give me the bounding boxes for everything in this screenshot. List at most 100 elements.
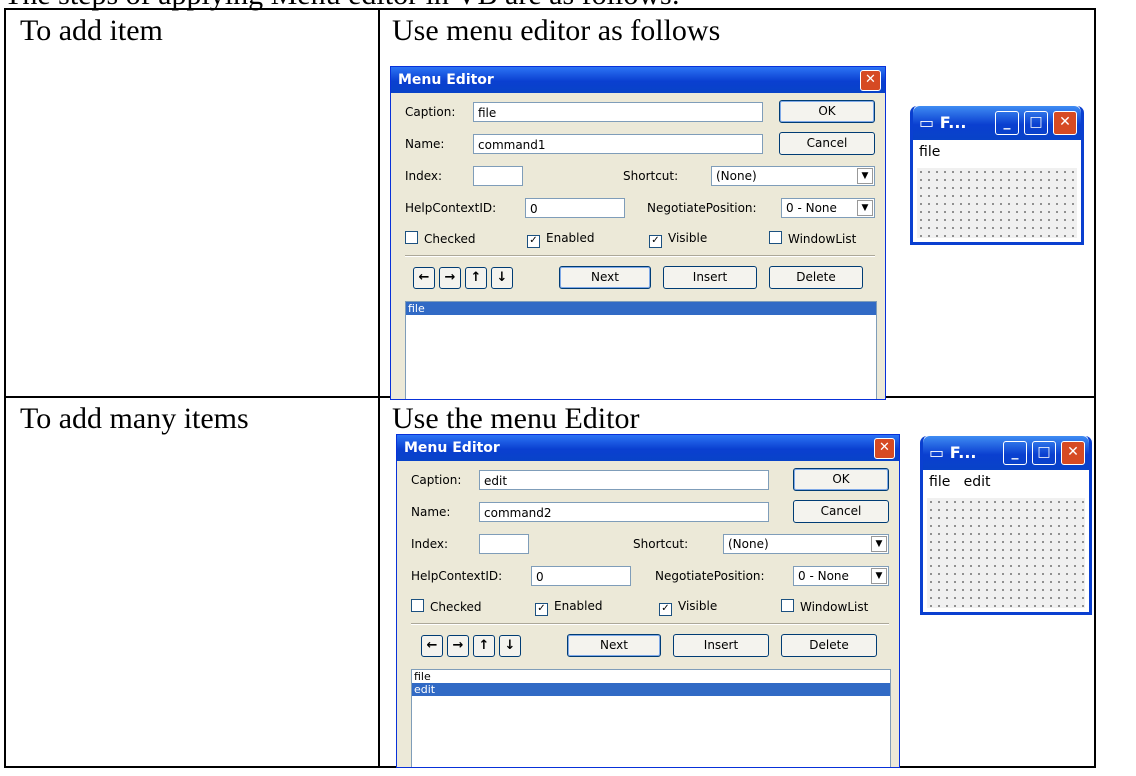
menu-items-list[interactable]: file edit [411,669,891,767]
menu-editor-dialog: Menu Editor ✕ Caption: edit OK Name: com… [396,434,900,768]
negotiateposition-select[interactable]: 0 - None ▼ [793,566,889,586]
row-label: To add many items [20,402,249,435]
delete-button[interactable]: Delete [769,266,863,289]
checked-checkbox[interactable]: Checked [405,231,476,246]
minimize-icon[interactable]: _ [1003,441,1027,465]
form-title: F... [939,113,967,132]
insert-button[interactable]: Insert [673,634,769,657]
checkbox-box [411,599,424,612]
helpcontextid-label: HelpContextID: [411,569,503,583]
windowlist-label: WindowList [800,600,869,614]
enabled-label: Enabled [554,599,603,613]
row-heading: Use menu editor as follows [392,14,721,47]
form-window: ▭ F... _ □ ✕ file edit [920,436,1092,615]
index-input[interactable] [479,534,529,554]
ok-label: OK [818,104,836,118]
form-design-grid [927,498,1085,608]
minimize-icon[interactable]: _ [995,111,1019,135]
cancel-label: Cancel [820,504,862,518]
checked-label: Checked [430,600,482,614]
row-label-cell: To add item [4,8,380,398]
windowlist-checkbox[interactable]: WindowList [769,231,856,246]
form-titlebar: ▭ F... _ □ ✕ [923,436,1089,470]
visible-checkbox[interactable]: ✓ Visible [649,231,707,248]
insert-button[interactable]: Insert [663,266,757,289]
delete-button[interactable]: Delete [781,634,877,657]
index-label: Index: [411,537,449,551]
shortcut-value: (None) [728,537,769,551]
delete-label: Delete [809,638,849,652]
close-icon[interactable]: ✕ [860,70,881,91]
form-menubar[interactable]: file edit [923,470,1089,496]
negotiateposition-value: 0 - None [798,569,849,583]
caption-input[interactable]: file [473,102,763,122]
checkbox-box [769,231,782,244]
helpcontextid-input[interactable]: 0 [525,198,625,218]
cancel-button[interactable]: Cancel [793,500,889,523]
checked-checkbox[interactable]: Checked [411,599,482,614]
form-menubar[interactable]: file [913,140,1081,166]
caption-label: Caption: [405,105,456,119]
next-label: Next [600,638,628,652]
index-input[interactable] [473,166,523,186]
helpcontextid-input[interactable]: 0 [531,566,631,586]
negotiateposition-label: NegotiatePosition: [655,569,765,583]
maximize-icon[interactable]: □ [1032,441,1056,465]
separator [411,623,889,625]
close-icon[interactable]: ✕ [1053,111,1077,135]
delete-label: Delete [796,270,836,284]
visible-label: Visible [668,231,708,245]
shortcut-select[interactable]: (None) ▼ [723,534,889,554]
checkbox-box [781,599,794,612]
cancel-button[interactable]: Cancel [779,132,875,155]
arrow-up-icon[interactable]: ↑ [465,267,487,289]
row-content-cell: Use menu editor as follows Menu Editor ✕… [378,8,1096,400]
checked-label: Checked [424,232,476,246]
name-label: Name: [411,505,451,519]
arrow-right-icon[interactable]: → [439,267,461,289]
name-input[interactable]: command1 [473,134,763,154]
enabled-checkbox[interactable]: ✓ Enabled [527,231,595,248]
caption-input[interactable]: edit [479,470,769,490]
form-titlebar: ▭ F... _ □ ✕ [913,106,1081,140]
arrow-right-icon[interactable]: → [447,635,469,657]
chevron-down-icon[interactable]: ▼ [857,200,873,216]
list-item[interactable]: file [406,302,876,315]
windowlist-checkbox[interactable]: WindowList [781,599,868,614]
ok-button[interactable]: OK [793,468,889,491]
arrow-left-icon[interactable]: ← [421,635,443,657]
visible-label: Visible [678,599,718,613]
shortcut-select[interactable]: (None) ▼ [711,166,875,186]
ok-button[interactable]: OK [779,100,875,123]
arrow-down-icon[interactable]: ↓ [491,267,513,289]
enabled-checkbox[interactable]: ✓ Enabled [535,599,603,616]
steps-table: To add item Use menu editor as follows M… [4,8,1096,768]
next-button[interactable]: Next [567,634,661,657]
list-item[interactable]: edit [412,683,890,696]
form-window: ▭ F... _ □ ✕ file [910,106,1084,245]
row-label: To add item [20,14,163,47]
arrow-down-icon[interactable]: ↓ [499,635,521,657]
maximize-icon[interactable]: □ [1024,111,1048,135]
close-icon[interactable]: ✕ [874,438,895,459]
list-item[interactable]: file [412,670,890,683]
chevron-down-icon[interactable]: ▼ [871,568,887,584]
arrow-left-icon[interactable]: ← [413,267,435,289]
chevron-down-icon[interactable]: ▼ [871,536,887,552]
dialog-title: Menu Editor [404,440,500,456]
next-button[interactable]: Next [559,266,651,289]
arrow-up-icon[interactable]: ↑ [473,635,495,657]
name-input[interactable]: command2 [479,502,769,522]
visible-checkbox[interactable]: ✓ Visible [659,599,717,616]
negotiateposition-value: 0 - None [786,201,837,215]
check-icon: ✓ [649,235,662,248]
shortcut-label: Shortcut: [623,169,679,183]
form-icon: ▭ [929,443,950,462]
chevron-down-icon[interactable]: ▼ [857,168,873,184]
negotiateposition-select[interactable]: 0 - None ▼ [781,198,875,218]
insert-label: Insert [703,638,739,652]
menu-items-list[interactable]: file [405,301,877,399]
close-icon[interactable]: ✕ [1061,441,1085,465]
row-label-cell: To add many items [4,396,380,768]
cancel-label: Cancel [806,136,848,150]
